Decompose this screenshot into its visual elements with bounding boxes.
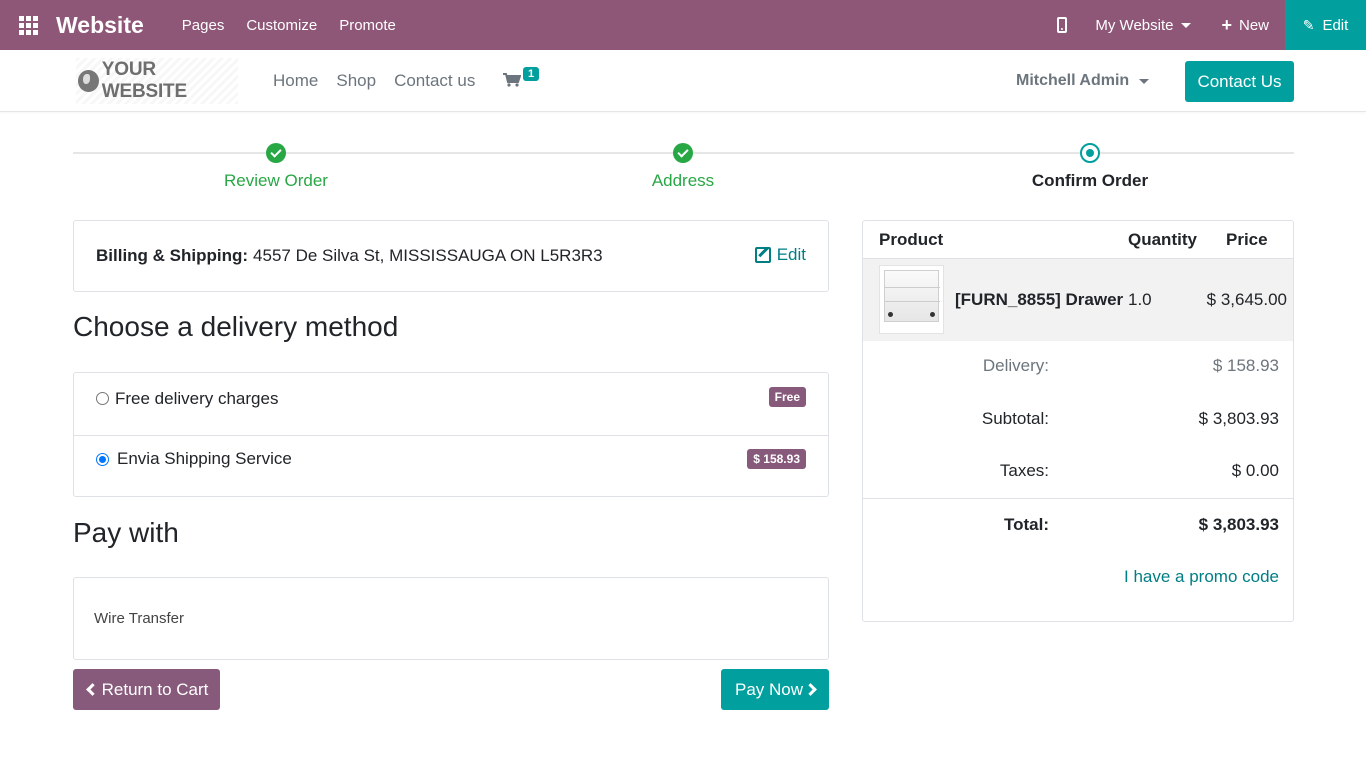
pay-label: Pay Now <box>734 679 804 699</box>
cart-icon <box>503 73 522 87</box>
edit-icon <box>754 247 771 263</box>
step-label: Confirm Order <box>1031 171 1149 190</box>
header-product: Product <box>879 230 944 249</box>
billing-address: 4557 De Silva St, MISSISSAUGA ON L5R3R3 <box>253 246 603 265</box>
step-label: Address <box>651 171 715 190</box>
delivery-name: Envia Shipping Service <box>117 449 292 468</box>
step-review-order[interactable]: Review Order <box>176 140 376 191</box>
return-label: Return to Cart <box>101 679 209 699</box>
delivery-price-badge: $ 158.93 <box>747 449 806 469</box>
new-label: New <box>1238 16 1269 34</box>
admin-bar: Website Pages Customize Promote My Websi… <box>0 0 1366 50</box>
user-name: Mitchell Admin <box>1016 72 1130 89</box>
check-circle-icon <box>673 143 693 163</box>
promo-code-link[interactable]: I have a promo code <box>1124 567 1279 587</box>
logo-text: YOUR WEBSITE <box>101 59 187 102</box>
edit-label: Edit <box>1322 16 1349 34</box>
menu-promote[interactable]: Promote <box>339 17 396 34</box>
order-line: [FURN_8855] Drawer 1.0 $ 3,645.00 <box>863 259 1293 341</box>
delivery-value: $ 158.93 <box>1212 356 1279 375</box>
cart-link[interactable]: 1 <box>503 67 540 87</box>
total-value: $ 3,803.93 <box>1198 515 1279 534</box>
nav-home[interactable]: Home <box>273 71 318 91</box>
product-name[interactable]: [FURN_8855] Drawer <box>955 290 1123 310</box>
edit-address-label: Edit <box>776 245 806 264</box>
subtotal-label: Subtotal: <box>981 409 1049 428</box>
product-price: $ 3,645.00 <box>1206 290 1287 309</box>
checkout-progress: Review Order Address Confirm Order <box>73 140 1294 200</box>
chevron-right-icon <box>804 683 817 696</box>
delivery-option-free[interactable]: Free delivery charges Free <box>74 373 828 435</box>
totals-divider <box>863 498 1293 499</box>
order-summary: Product Quantity Price [FURN_8855] Drawe… <box>862 220 1294 622</box>
delivery-radio[interactable] <box>96 392 109 405</box>
billing-shipping-card: Billing & Shipping: 4557 De Silva St, MI… <box>73 220 829 292</box>
chevron-left-icon <box>85 683 99 696</box>
new-button[interactable]: + New <box>1221 16 1269 34</box>
edit-button[interactable]: ✎ Edit <box>1285 0 1366 50</box>
admin-menu: Pages Customize Promote <box>182 17 396 34</box>
header-quantity: Quantity <box>1128 230 1197 249</box>
step-label: Review Order <box>224 171 328 190</box>
site-navbar: YOUR WEBSITE Home Shop Contact us 1 Mitc… <box>0 50 1366 112</box>
user-dropdown[interactable]: Mitchell Admin <box>1016 50 1150 112</box>
summary-header: Product Quantity Price <box>863 221 1293 259</box>
step-confirm-order: Confirm Order <box>990 140 1190 191</box>
taxes-value: $ 0.00 <box>1231 461 1279 480</box>
edit-address-link[interactable]: Edit <box>754 245 806 265</box>
caret-down-icon <box>1139 78 1150 84</box>
delivery-name: Free delivery charges <box>115 389 279 408</box>
my-website-label: My Website <box>1095 16 1174 34</box>
pay-with-heading: Pay with <box>73 517 179 548</box>
billing-label: Billing & Shipping: <box>96 246 249 265</box>
dot-circle-icon <box>1080 143 1100 163</box>
contact-us-button[interactable]: Contact Us <box>1185 61 1294 102</box>
plus-icon: + <box>1221 15 1232 35</box>
delivery-radio[interactable] <box>96 453 109 466</box>
caret-down-icon <box>1181 22 1192 28</box>
mobile-preview-icon[interactable] <box>1057 17 1068 33</box>
delivery-price-badge: Free <box>768 387 806 407</box>
globe-icon <box>78 70 99 92</box>
site-nav-links: Home Shop Contact us <box>273 50 475 112</box>
product-image <box>879 265 944 334</box>
payment-method-wire-transfer[interactable]: Wire Transfer <box>73 577 829 660</box>
check-circle-icon <box>266 143 286 163</box>
delivery-methods: Free delivery charges Free Envia Shippin… <box>73 372 829 497</box>
subtotal-value: $ 3,803.93 <box>1198 409 1279 428</box>
nav-shop[interactable]: Shop <box>336 71 376 91</box>
product-quantity: 1.0 <box>1128 290 1152 309</box>
header-price: Price <box>1226 230 1268 249</box>
taxes-label: Taxes: <box>999 461 1049 480</box>
pencil-icon: ✎ <box>1302 16 1315 33</box>
step-address[interactable]: Address <box>583 140 783 191</box>
return-to-cart-button[interactable]: Return to Cart <box>73 669 220 710</box>
pay-now-button[interactable]: Pay Now <box>721 669 829 710</box>
site-logo[interactable]: YOUR WEBSITE <box>76 58 238 104</box>
app-title: Website <box>56 11 144 38</box>
drawer-image <box>884 270 940 322</box>
my-website-dropdown[interactable]: My Website <box>1095 16 1192 34</box>
admin-right: My Website + New ✎ Edit <box>1057 0 1366 50</box>
apps-menu-icon[interactable] <box>0 0 56 50</box>
menu-customize[interactable]: Customize <box>246 17 317 34</box>
delivery-option-envia[interactable]: Envia Shipping Service $ 158.93 <box>74 435 828 496</box>
payment-method-label: Wire Transfer <box>94 610 185 627</box>
cart-count-badge: 1 <box>523 67 540 81</box>
menu-pages[interactable]: Pages <box>182 17 225 34</box>
delivery-heading: Choose a delivery method <box>73 311 399 342</box>
delivery-label: Delivery: <box>982 356 1049 375</box>
nav-contact[interactable]: Contact us <box>394 71 475 91</box>
total-label: Total: <box>1003 515 1049 534</box>
